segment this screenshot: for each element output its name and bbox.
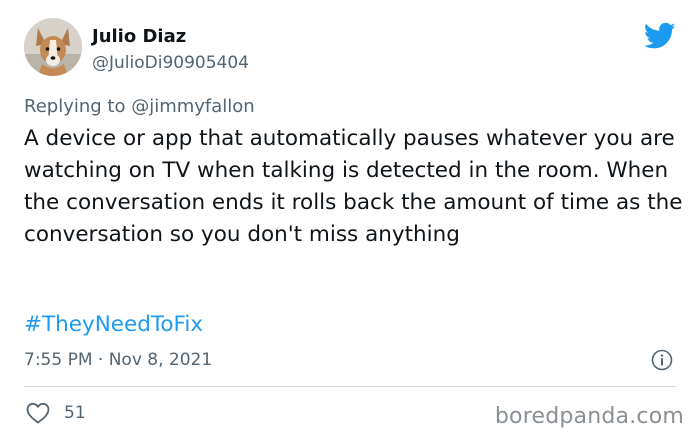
info-icon[interactable] [651, 349, 673, 371]
replying-to-mention[interactable]: @jimmyfallon [131, 96, 255, 117]
tweet-card: Julio Diaz @JulioDi90905404 Replying to … [0, 0, 700, 441]
twitter-bird-icon[interactable] [643, 22, 676, 50]
watermark: boredpanda.com [494, 404, 684, 429]
avatar[interactable] [24, 18, 82, 76]
replying-to: Replying to @jimmyfallon [24, 96, 255, 117]
tweet-header: Julio Diaz @JulioDi90905404 [24, 16, 676, 80]
replying-to-label: Replying to [24, 96, 132, 117]
tweet-timestamp[interactable]: 7:55 PM · Nov 8, 2021 [24, 350, 212, 370]
author-handle[interactable]: @JulioDi90905404 [92, 53, 249, 73]
dog-photo-icon [24, 18, 82, 76]
like-count: 51 [64, 403, 86, 423]
tweet-text: A device or app that automatically pause… [24, 126, 683, 247]
author-name[interactable]: Julio Diaz [92, 26, 186, 47]
divider [24, 386, 676, 387]
hashtag-link[interactable]: #TheyNeedToFix [24, 312, 203, 337]
heart-icon[interactable] [26, 402, 50, 424]
